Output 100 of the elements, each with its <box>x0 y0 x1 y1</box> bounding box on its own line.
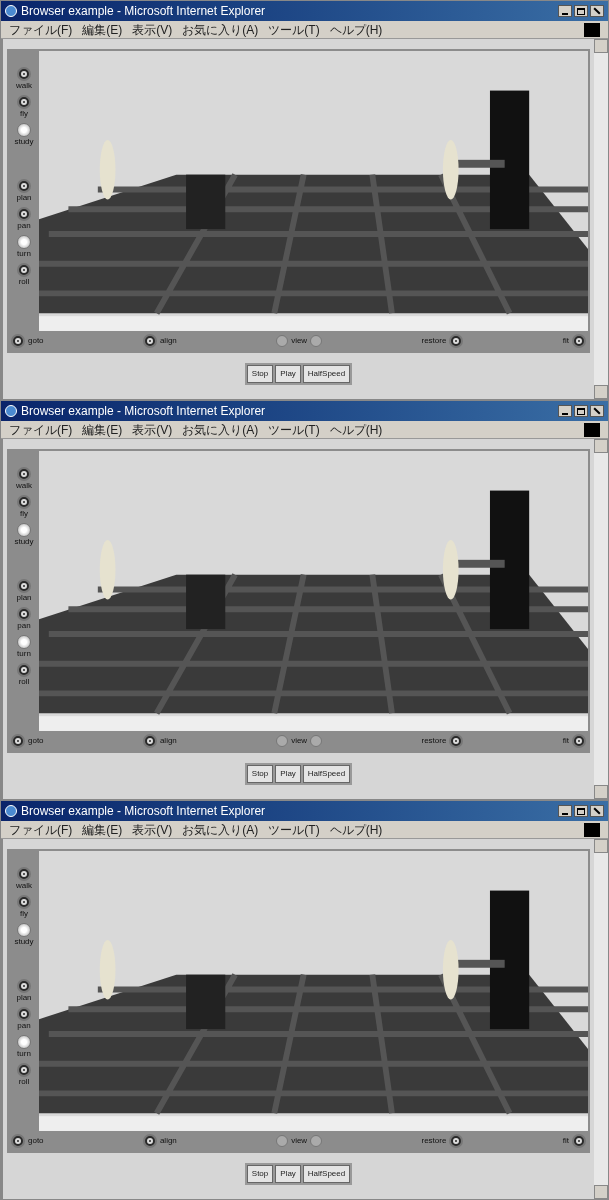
control-label: view <box>291 736 308 746</box>
close-button[interactable] <box>590 405 604 417</box>
menu-item[interactable]: ヘルプ(H) <box>329 422 383 437</box>
minimize-button[interactable] <box>558 405 572 417</box>
control-label: goto <box>28 736 44 746</box>
window-title: Browser example - Microsoft Internet Explorer <box>21 3 266 20</box>
mode-button[interactable] <box>17 867 31 881</box>
control-button[interactable] <box>571 334 586 348</box>
mode-label: turn <box>17 1049 31 1059</box>
close-button[interactable] <box>590 5 604 17</box>
menu-item[interactable]: お気に入り(A) <box>182 822 259 837</box>
playback-button[interactable]: HalfSpeed <box>302 1165 351 1183</box>
control-button[interactable] <box>11 334 25 348</box>
close-button[interactable] <box>590 805 604 817</box>
menu-item[interactable]: 編集(E) <box>82 422 123 437</box>
control-label: goto <box>28 336 44 346</box>
menu-item[interactable]: お気に入り(A) <box>182 22 259 37</box>
menu-item[interactable]: ツール(T) <box>268 422 320 437</box>
mode-button[interactable] <box>17 895 31 909</box>
control-label: restore <box>421 736 447 746</box>
mode-button[interactable] <box>17 1063 31 1077</box>
mode-button[interactable] <box>17 263 31 277</box>
mode-label: fly <box>20 909 28 919</box>
menu-item[interactable]: ファイル(F) <box>9 822 73 837</box>
maximize-button[interactable] <box>574 405 588 417</box>
mode-button[interactable] <box>17 663 31 677</box>
mode-button[interactable] <box>17 1007 31 1021</box>
menu-item[interactable]: ツール(T) <box>268 22 320 37</box>
control-label: fit <box>562 336 569 346</box>
control-label: align <box>159 336 177 346</box>
mode-label: pan <box>17 621 31 631</box>
mode-label: pan <box>17 221 31 231</box>
mode-label: plan <box>16 593 32 603</box>
window-title: Browser example - Microsoft Internet Explorer <box>21 803 266 820</box>
mode-label: study <box>14 137 34 147</box>
control-button[interactable] <box>142 734 157 748</box>
menu-item[interactable]: ヘルプ(H) <box>329 22 383 37</box>
mode-button[interactable] <box>17 579 31 593</box>
mode-label: study <box>14 537 34 547</box>
control-label: fit <box>562 1136 569 1146</box>
control-button[interactable] <box>449 1134 464 1148</box>
menu-item[interactable]: ファイル(F) <box>9 422 73 437</box>
control-button[interactable] <box>449 734 464 748</box>
mode-button[interactable] <box>17 467 31 481</box>
menu-item[interactable]: 表示(V) <box>132 822 173 837</box>
mode-button[interactable] <box>17 979 31 993</box>
menu-item[interactable]: 表示(V) <box>132 422 173 437</box>
control-button[interactable] <box>142 1134 157 1148</box>
window-title: Browser example - Microsoft Internet Explorer <box>21 403 266 420</box>
mode-label: plan <box>16 193 32 203</box>
menu-item[interactable]: 編集(E) <box>82 22 123 37</box>
menu-item[interactable]: ヘルプ(H) <box>329 822 383 837</box>
mode-label: walk <box>16 881 32 891</box>
menu-item[interactable]: 表示(V) <box>132 22 173 37</box>
control-label: view <box>291 1136 308 1146</box>
mode-label: fly <box>20 109 28 119</box>
minimize-button[interactable] <box>558 805 572 817</box>
playback-button[interactable]: Play <box>275 1165 301 1183</box>
playback-button[interactable]: HalfSpeed <box>302 765 351 783</box>
mode-label: study <box>14 937 34 947</box>
mode-label: fly <box>20 509 28 519</box>
maximize-button[interactable] <box>574 805 588 817</box>
playback-button[interactable]: Stop <box>246 1165 274 1183</box>
menu-item[interactable]: ファイル(F) <box>9 22 73 37</box>
mode-label: pan <box>17 1021 31 1031</box>
mode-button[interactable] <box>17 607 31 621</box>
maximize-button[interactable] <box>574 5 588 17</box>
menu-item[interactable]: お気に入り(A) <box>182 422 259 437</box>
control-label: align <box>159 736 177 746</box>
menu-item[interactable]: 編集(E) <box>82 822 123 837</box>
playback-button[interactable]: Stop <box>246 765 274 783</box>
playback-button[interactable]: Play <box>275 365 301 383</box>
mode-label: plan <box>16 993 32 1003</box>
mode-label: roll <box>18 277 30 287</box>
control-label: view <box>291 336 308 346</box>
playback-button[interactable]: Stop <box>246 365 274 383</box>
playback-button[interactable]: Play <box>275 765 301 783</box>
control-button[interactable] <box>449 334 464 348</box>
mode-button[interactable] <box>17 67 31 81</box>
control-button[interactable] <box>571 734 586 748</box>
mode-label: walk <box>16 81 32 91</box>
mode-button[interactable] <box>17 95 31 109</box>
mode-label: walk <box>16 481 32 491</box>
control-label: restore <box>421 336 447 346</box>
mode-label: roll <box>18 1077 30 1087</box>
control-label: align <box>159 1136 177 1146</box>
control-button[interactable] <box>571 1134 586 1148</box>
mode-label: roll <box>18 677 30 687</box>
mode-button[interactable] <box>17 179 31 193</box>
menu-item[interactable]: ツール(T) <box>268 822 320 837</box>
mode-label: turn <box>17 249 31 259</box>
control-button[interactable] <box>11 734 25 748</box>
mode-button[interactable] <box>17 495 31 509</box>
control-label: restore <box>421 1136 447 1146</box>
control-label: fit <box>562 736 569 746</box>
minimize-button[interactable] <box>558 5 572 17</box>
control-button[interactable] <box>11 1134 25 1148</box>
playback-button[interactable]: HalfSpeed <box>302 365 351 383</box>
mode-button[interactable] <box>17 207 31 221</box>
control-button[interactable] <box>142 334 157 348</box>
